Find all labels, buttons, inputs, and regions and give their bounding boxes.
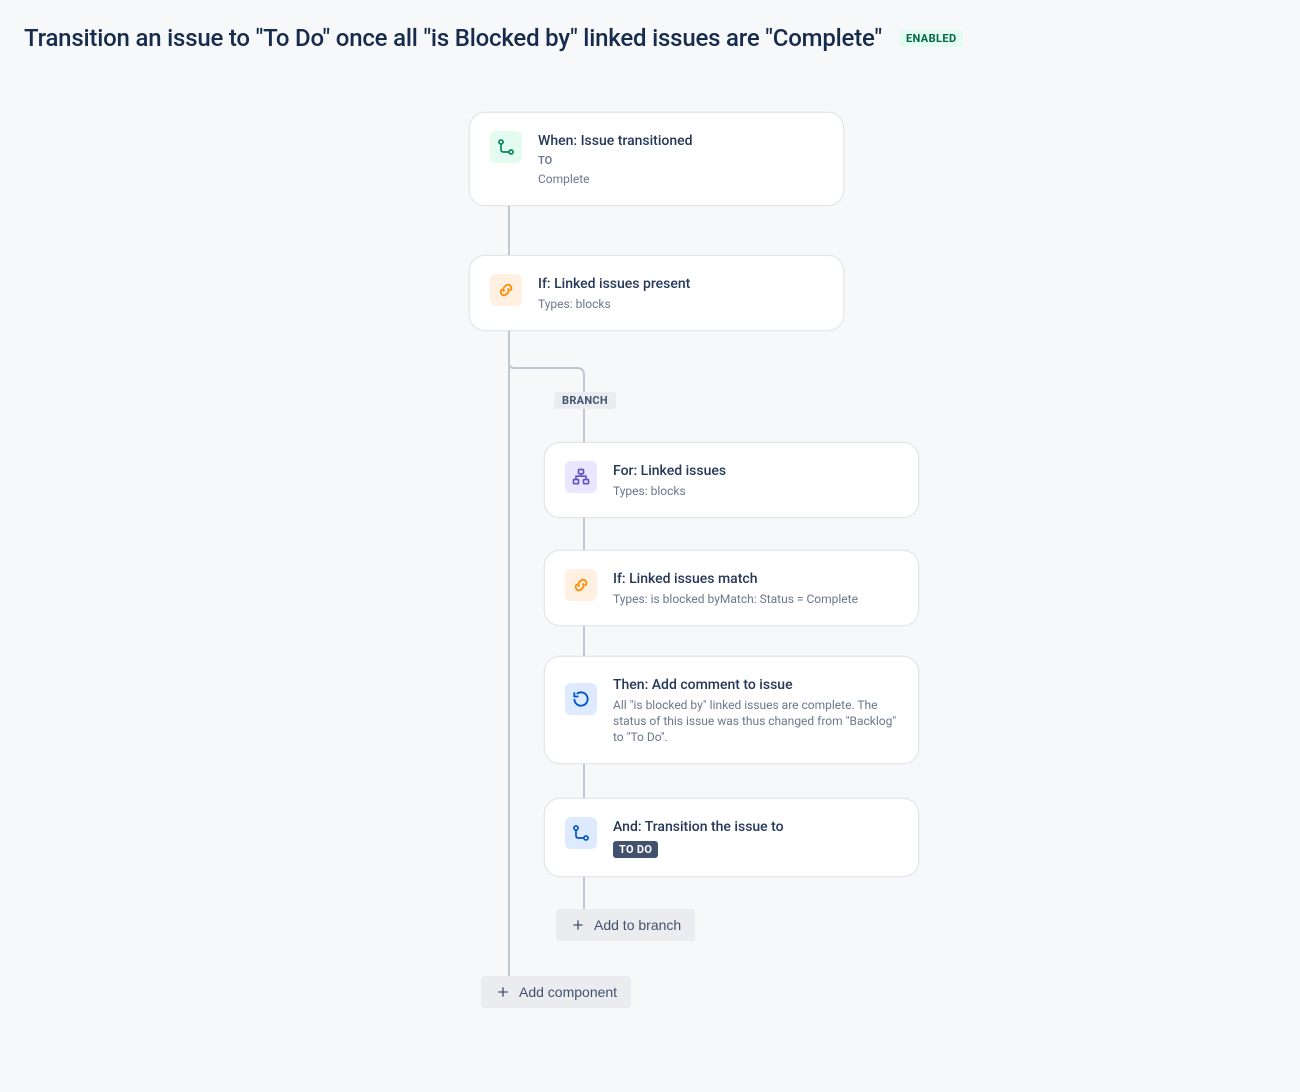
link-icon (490, 274, 522, 306)
add-component-label: Add component (519, 984, 617, 1000)
transition-icon (490, 131, 522, 163)
add-to-branch-button[interactable]: Add to branch (556, 909, 695, 941)
branch-if-title: If: Linked issues match (613, 569, 858, 589)
page-title: Transition an issue to "To Do" once all … (24, 24, 882, 52)
automation-rule-builder: Transition an issue to "To Do" once all … (0, 0, 1300, 1029)
trigger-status: Complete (538, 171, 693, 187)
status-badge: ENABLED (900, 30, 963, 47)
status-lozenge: TO DO (613, 841, 658, 858)
branch-for-title: For: Linked issues (613, 461, 726, 481)
branch-if-sub: Types: is blocked byMatch: Status = Comp… (613, 591, 858, 607)
branch-and-transition-card[interactable]: And: Transition the issue to TO DO (544, 798, 919, 877)
branch-chip: BRANCH (554, 392, 616, 409)
trigger-card[interactable]: When: Issue transitioned TO Complete (469, 112, 844, 206)
transition-icon (565, 817, 597, 849)
tree-icon (565, 461, 597, 493)
condition-card-linked-present[interactable]: If: Linked issues present Types: blocks (469, 255, 844, 331)
add-to-branch-label: Add to branch (594, 917, 681, 933)
link-icon (565, 569, 597, 601)
branch-for-sub: Types: blocks (613, 483, 726, 499)
condition1-title: If: Linked issues present (538, 274, 690, 294)
branch-then-sub: All "is blocked by" linked issues are co… (613, 697, 898, 745)
branch-for-card[interactable]: For: Linked issues Types: blocks (544, 442, 919, 518)
branch-then-comment-card[interactable]: Then: Add comment to issue All "is block… (544, 656, 919, 764)
plus-icon (570, 917, 586, 933)
add-component-button[interactable]: Add component (481, 976, 631, 1008)
branch-if-card[interactable]: If: Linked issues match Types: is blocke… (544, 550, 919, 626)
trigger-title: When: Issue transitioned (538, 131, 693, 151)
branch-then-title: Then: Add comment to issue (613, 675, 898, 695)
header: Transition an issue to "To Do" once all … (24, 24, 1276, 52)
plus-icon (495, 984, 511, 1000)
branch-and-title: And: Transition the issue to (613, 817, 784, 837)
trigger-to-label: TO (538, 153, 693, 169)
condition1-sub: Types: blocks (538, 296, 690, 312)
refresh-icon (565, 683, 597, 715)
